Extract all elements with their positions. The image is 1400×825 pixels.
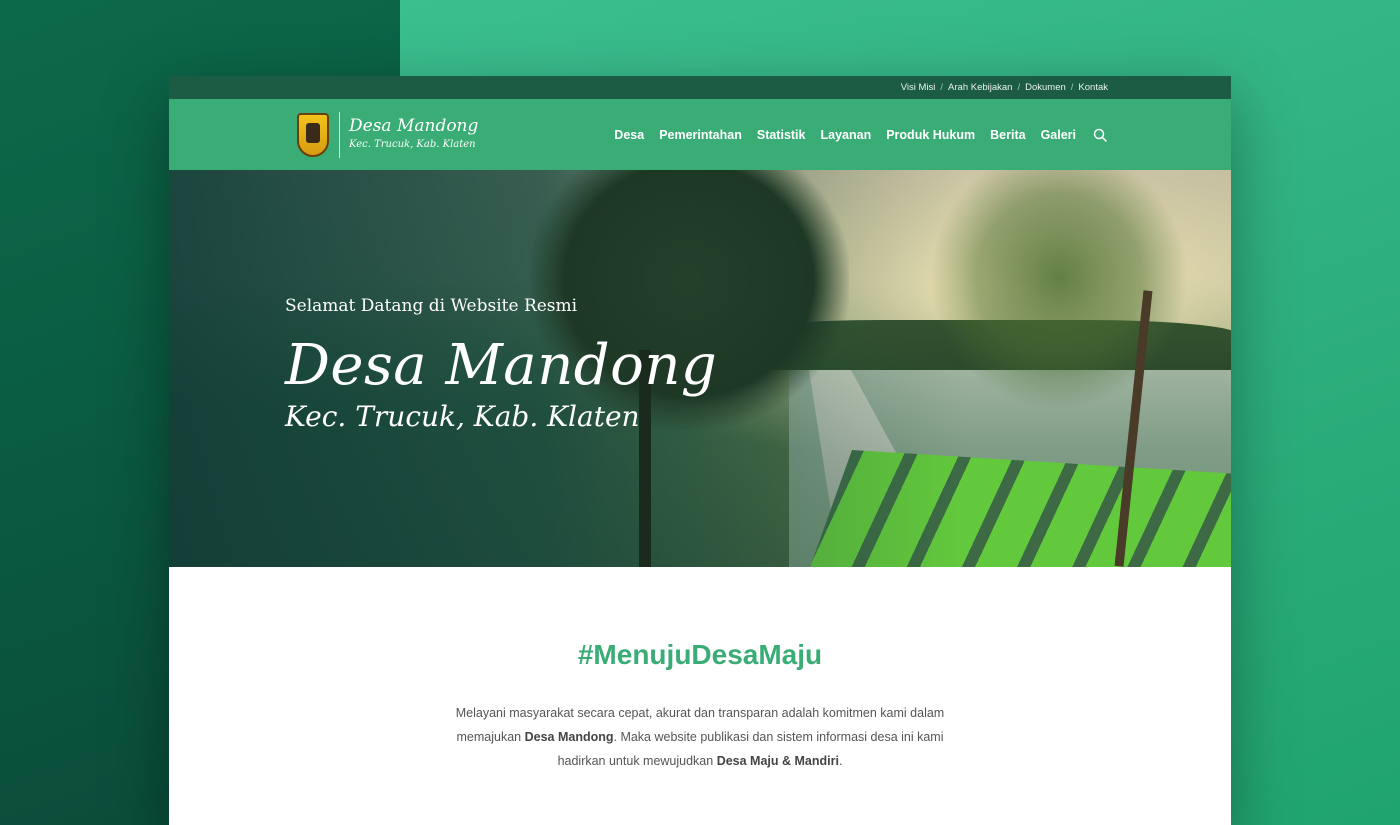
- hero-content: Selamat Datang di Website Resmi Desa Man…: [285, 296, 717, 433]
- menu-item-produk-hukum[interactable]: Produk Hukum: [886, 128, 975, 142]
- topbar-separator: /: [1017, 82, 1021, 93]
- intro-section: #MenujuDesaMaju Melayani masyarakat seca…: [169, 567, 1231, 773]
- menu-item-layanan[interactable]: Layanan: [821, 128, 872, 142]
- intro-paragraph: Melayani masyarakat secara cepat, akurat…: [440, 701, 960, 773]
- hero-title: Desa Mandong: [285, 333, 718, 398]
- top-bar: Visi Misi / Arah Kebijakan / Dokumen / K…: [169, 76, 1231, 99]
- main-menu: Desa Pemerintahan Statistik Layanan Prod…: [614, 128, 1107, 142]
- website-mockup: Visi Misi / Arah Kebijakan / Dokumen / K…: [169, 76, 1231, 825]
- logo-divider: [339, 111, 340, 158]
- topbar-link-arah-kebijakan[interactable]: Arah Kebijakan: [948, 82, 1012, 93]
- menu-item-pemerintahan[interactable]: Pemerintahan: [659, 128, 742, 142]
- logo-title: Desa Mandong: [349, 116, 479, 137]
- intro-bold-village: Desa Mandong: [524, 730, 614, 744]
- logo-text[interactable]: Desa Mandong Kec. Trucuk, Kab. Klaten: [349, 116, 479, 151]
- intro-bold-goal: Desa Maju & Mandiri: [716, 754, 839, 768]
- topbar-separator: /: [1070, 82, 1074, 93]
- main-navbar: Desa Mandong Kec. Trucuk, Kab. Klaten De…: [169, 99, 1231, 170]
- menu-item-desa[interactable]: Desa: [614, 128, 644, 142]
- menu-item-berita[interactable]: Berita: [990, 128, 1025, 142]
- menu-item-statistik[interactable]: Statistik: [757, 128, 806, 142]
- menu-item-galeri[interactable]: Galeri: [1041, 128, 1076, 142]
- hero-subtitle: Kec. Trucuk, Kab. Klaten: [285, 400, 640, 433]
- search-icon[interactable]: [1093, 128, 1107, 142]
- section-tagline: #MenujuDesaMaju: [577, 639, 823, 670]
- topbar-separator: /: [940, 82, 944, 93]
- topbar-link-visi-misi[interactable]: Visi Misi: [901, 82, 936, 93]
- logo-subtitle: Kec. Trucuk, Kab. Klaten: [349, 139, 476, 151]
- topbar-link-dokumen[interactable]: Dokumen: [1025, 82, 1066, 93]
- hero-banner: Selamat Datang di Website Resmi Desa Man…: [169, 170, 1231, 567]
- hero-greeting: Selamat Datang di Website Resmi: [285, 296, 578, 316]
- intro-text-3: .: [838, 754, 843, 768]
- village-emblem-logo[interactable]: [297, 112, 329, 157]
- topbar-link-kontak[interactable]: Kontak: [1078, 82, 1108, 93]
